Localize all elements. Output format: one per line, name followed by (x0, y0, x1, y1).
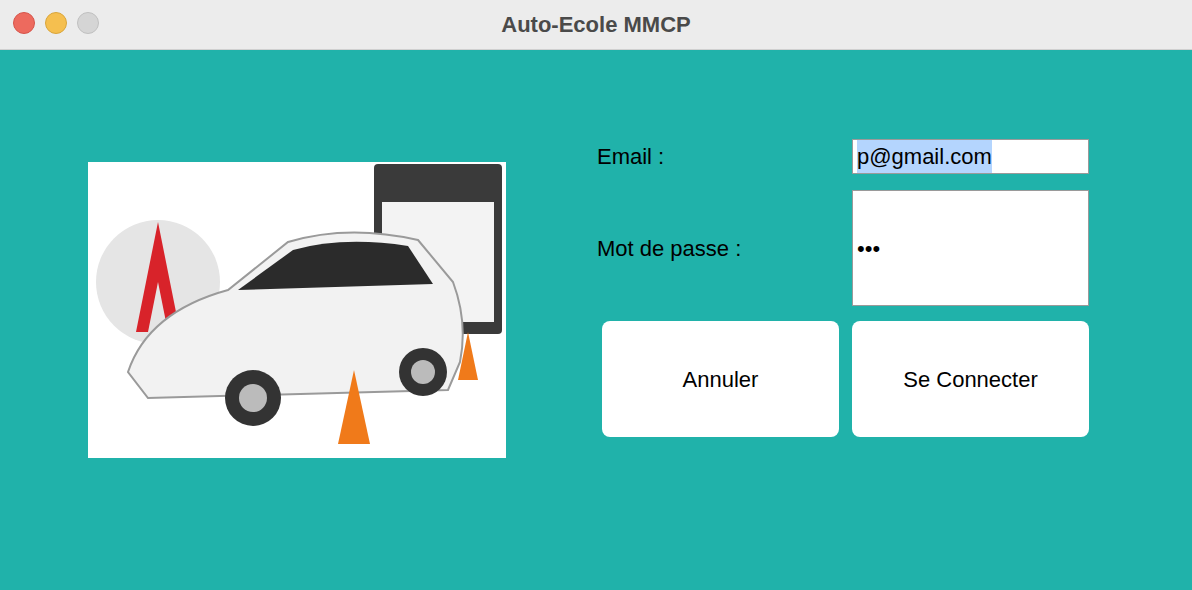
password-value: ••• (857, 232, 880, 265)
zoom-icon[interactable] (77, 12, 99, 34)
password-field[interactable]: ••• (852, 190, 1089, 306)
login-panel: Email :p@gmail.comMot de passe :••• Annul… (0, 50, 1192, 590)
minimize-icon[interactable] (45, 12, 67, 34)
connect-button[interactable]: Se Connecter (852, 321, 1089, 437)
password-label: Mot de passe : (597, 190, 852, 306)
car-photo (88, 162, 506, 458)
email-label: Email : (597, 139, 852, 174)
email-field[interactable]: p@gmail.com (852, 139, 1089, 174)
email-value: p@gmail.com (857, 140, 992, 173)
car-icon (88, 162, 506, 458)
cancel-button[interactable]: Annuler (602, 321, 839, 437)
title-bar: Auto-Ecole MMCP (0, 0, 1192, 50)
login-form: Email :p@gmail.comMot de passe :••• Annul… (597, 50, 1089, 590)
window-controls (13, 12, 99, 34)
window-title: Auto-Ecole MMCP (501, 8, 690, 41)
close-icon[interactable] (13, 12, 35, 34)
